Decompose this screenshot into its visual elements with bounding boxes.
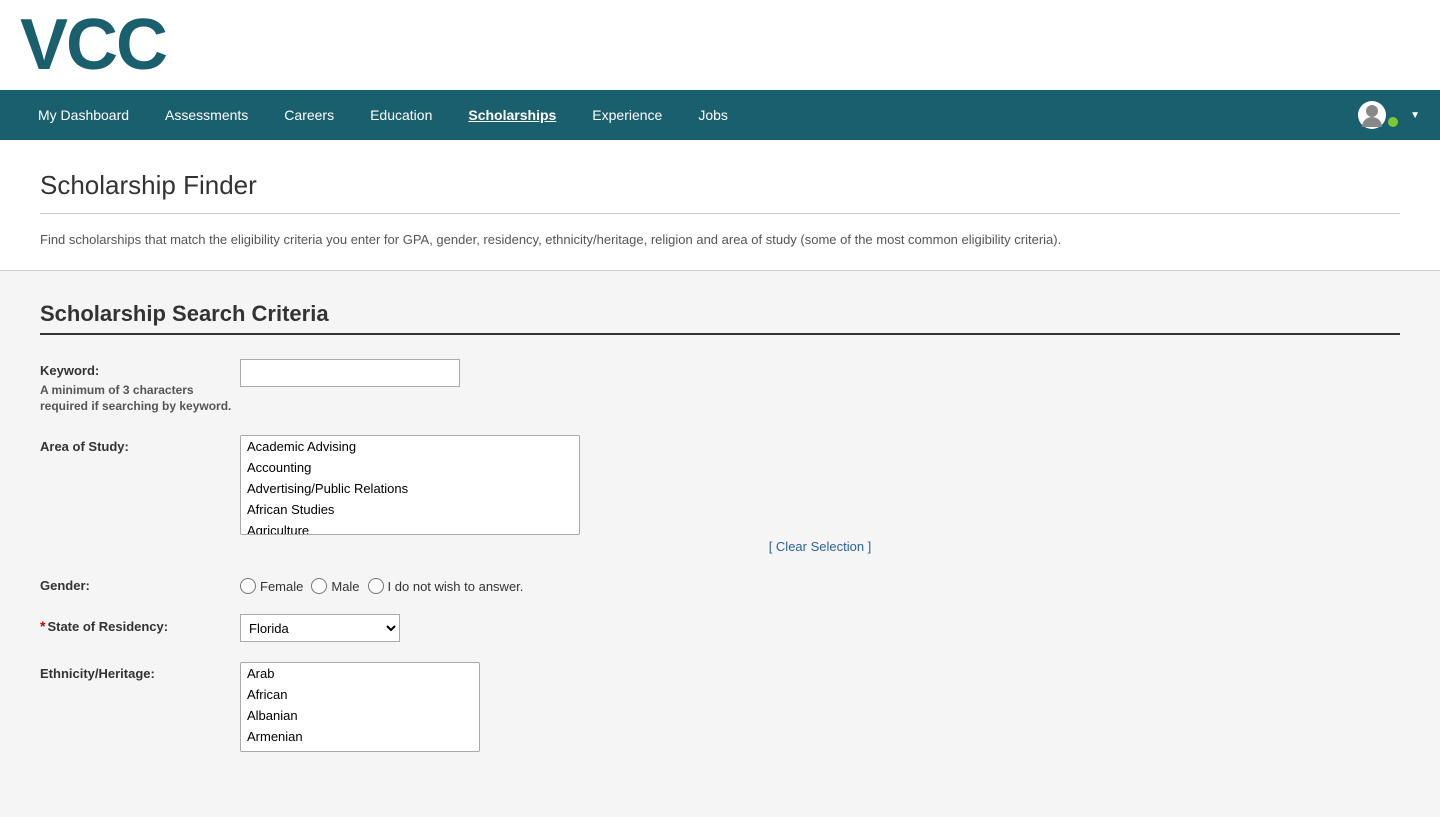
nav-links: My DashboardAssessmentsCareersEducationS… — [20, 92, 746, 138]
radio-input-male[interactable] — [311, 578, 327, 594]
ethnicity-label: Ethnicity/Heritage: — [40, 662, 240, 681]
state-row: *State of Residency: FloridaAlabamaAlask… — [40, 614, 1400, 642]
ethnicity-listbox[interactable]: ArabAfricanAlbanianArmenianAsianBrazilia… — [240, 662, 480, 752]
radio-option-male[interactable]: Male — [311, 578, 359, 594]
section-title: Scholarship Search Criteria — [40, 301, 1400, 335]
nav-item-education[interactable]: Education — [352, 92, 450, 138]
state-control: FloridaAlabamaAlaskaArizonaArkansasCalif… — [240, 614, 1400, 642]
gender-row: Gender: Female Male I do not wish to answe… — [40, 574, 1400, 594]
nav-item-careers[interactable]: Careers — [266, 92, 352, 138]
nav-caret-icon: ▼ — [1410, 110, 1420, 121]
nav-item-experience[interactable]: Experience — [574, 92, 680, 138]
user-menu[interactable]: ▼ — [1358, 101, 1420, 129]
nav-item-jobs[interactable]: Jobs — [680, 92, 746, 138]
state-select[interactable]: FloridaAlabamaAlaskaArizonaArkansasCalif… — [240, 614, 400, 642]
search-form: Keyword: A minimum of 3 characters requi… — [40, 359, 1400, 753]
listbox-container: Academic AdvisingAccountingAdvertising/P… — [240, 435, 580, 535]
radio-input-female[interactable] — [240, 578, 256, 594]
radio-option-noAnswer[interactable]: I do not wish to answer. — [368, 578, 524, 594]
keyword-control — [240, 359, 1400, 387]
gender-label: Gender: — [40, 574, 240, 593]
page-title: Scholarship Finder — [40, 170, 1400, 201]
area-of-study-control: Academic AdvisingAccountingAdvertising/P… — [240, 435, 1400, 554]
radio-input-noAnswer[interactable] — [368, 578, 384, 594]
nav-bar: My DashboardAssessmentsCareersEducationS… — [0, 90, 1440, 140]
state-label: *State of Residency: — [40, 614, 240, 634]
page-divider — [40, 213, 1400, 214]
gender-group: Female Male I do not wish to answer. — [240, 574, 1400, 594]
page-description: Find scholarships that match the eligibi… — [40, 230, 1400, 250]
status-dot — [1386, 115, 1400, 129]
keyword-label: Keyword: A minimum of 3 characters requi… — [40, 359, 240, 416]
nav-item-assessments[interactable]: Assessments — [147, 92, 266, 138]
area-of-study-row: Area of Study: Academic AdvisingAccounti… — [40, 435, 1400, 554]
radio-option-female[interactable]: Female — [240, 578, 303, 594]
logo-bar: VCC — [0, 0, 1440, 90]
nav-item-scholarships[interactable]: Scholarships — [450, 92, 574, 138]
keyword-row: Keyword: A minimum of 3 characters requi… — [40, 359, 1400, 416]
nav-item-my-dashboard[interactable]: My Dashboard — [20, 92, 147, 138]
area-of-study-listbox[interactable]: Academic AdvisingAccountingAdvertising/P… — [240, 435, 580, 535]
keyword-input[interactable] — [240, 359, 460, 387]
area-of-study-label: Area of Study: — [40, 435, 240, 454]
ethnicity-control: ArabAfricanAlbanianArmenianAsianBrazilia… — [240, 662, 1400, 752]
ethnicity-row: Ethnicity/Heritage: ArabAfricanAlbanianA… — [40, 662, 1400, 752]
page-header: Scholarship Finder Find scholarships tha… — [0, 140, 1440, 271]
user-icon — [1358, 101, 1386, 129]
clear-area-selection[interactable]: [ Clear Selection ] — [240, 539, 1400, 554]
gender-control: Female Male I do not wish to answer. — [240, 574, 1400, 594]
vcc-logo[interactable]: VCC — [20, 9, 166, 81]
required-star: * — [40, 618, 45, 634]
keyword-hint: A minimum of 3 characters required if se… — [40, 382, 240, 416]
main-content: Scholarship Search Criteria Keyword: A m… — [0, 271, 1440, 803]
